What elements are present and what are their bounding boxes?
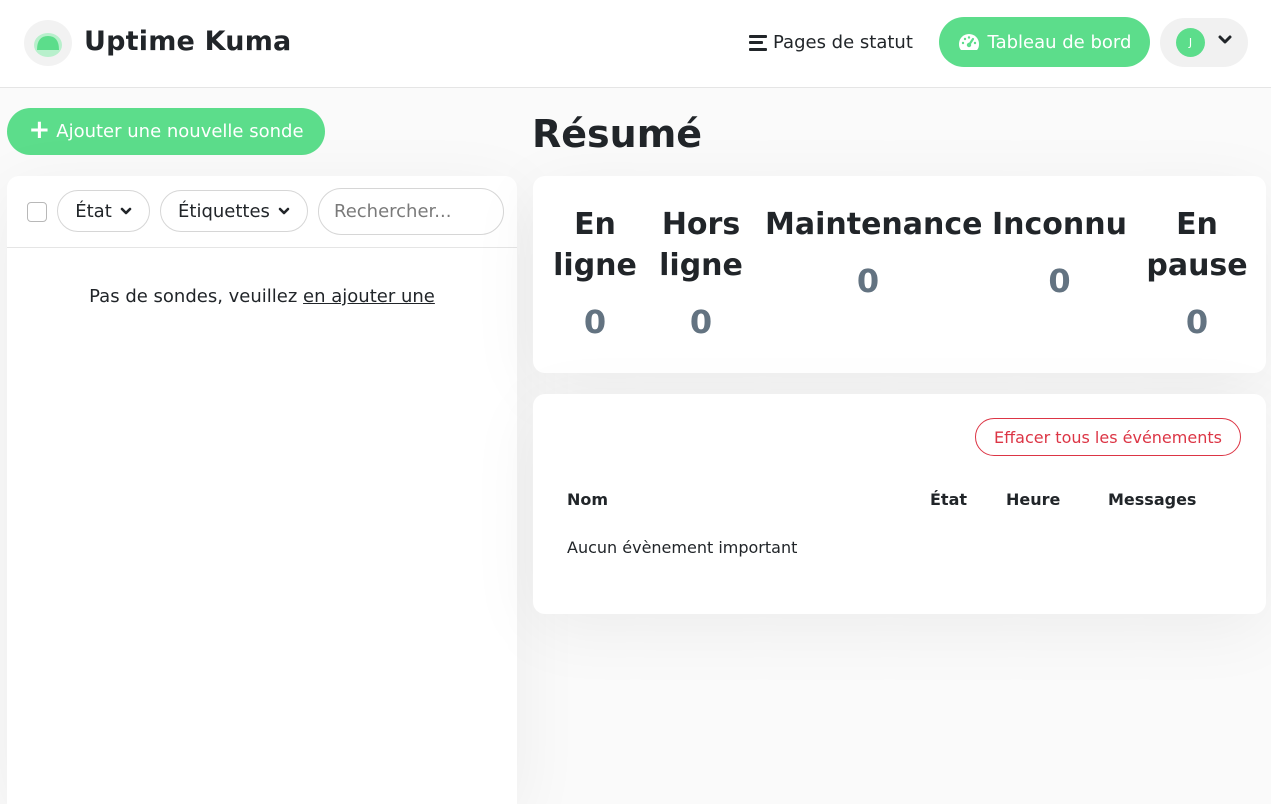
stat-value: 0 bbox=[1185, 303, 1209, 341]
stat-offline: Hors ligne 0 bbox=[653, 204, 749, 343]
stat-online: En ligne 0 bbox=[547, 204, 643, 343]
summary-stats-card: En ligne 0 Hors ligne 0 Maintenance 0 Inco… bbox=[533, 176, 1266, 373]
add-monitor-link[interactable]: en ajouter une bbox=[303, 286, 435, 307]
chevron-down-icon bbox=[278, 207, 290, 214]
stat-value: 0 bbox=[856, 262, 880, 300]
state-filter-label: État bbox=[75, 200, 112, 222]
stat-value: 0 bbox=[1048, 262, 1071, 300]
monitor-list-toolbar: État Étiquettes bbox=[7, 176, 517, 248]
app-title[interactable]: Uptime Kuma bbox=[84, 26, 291, 57]
search-input[interactable] bbox=[318, 188, 504, 235]
select-all-checkbox[interactable] bbox=[27, 202, 47, 222]
stat-label: Maintenance bbox=[765, 207, 983, 242]
list-icon bbox=[749, 34, 767, 51]
empty-monitor-message: Pas de sondes, veuillez en ajouter une bbox=[7, 286, 517, 307]
page-title: Résumé bbox=[532, 112, 703, 156]
stat-label: Hors ligne bbox=[659, 207, 743, 283]
tags-filter-label: Étiquettes bbox=[178, 200, 270, 222]
stat-value: 0 bbox=[689, 303, 713, 341]
tags-filter-dropdown[interactable]: Étiquettes bbox=[160, 190, 308, 232]
state-filter-dropdown[interactable]: État bbox=[57, 190, 150, 232]
column-header-time: Heure bbox=[1006, 490, 1061, 509]
chevron-down-icon bbox=[1218, 35, 1232, 44]
plus-icon: + bbox=[28, 115, 51, 145]
monitor-list-panel: État Étiquettes Pas de sondes, veuillez … bbox=[7, 176, 517, 804]
dashboard-label: Tableau de bord bbox=[987, 31, 1132, 53]
column-header-state: État bbox=[930, 490, 968, 509]
status-pages-label: Pages de statut bbox=[773, 32, 913, 53]
stat-unknown: Inconnu 0 bbox=[988, 204, 1131, 302]
column-header-name: Nom bbox=[567, 490, 609, 509]
top-navbar: Uptime Kuma Pages de statut Tableau de b… bbox=[0, 0, 1271, 88]
stat-paused: En pause 0 bbox=[1143, 204, 1251, 343]
avatar: J bbox=[1176, 28, 1205, 57]
profile-dropdown[interactable]: J bbox=[1160, 18, 1248, 67]
stat-label: En pause bbox=[1146, 207, 1248, 283]
tachometer-icon bbox=[958, 34, 979, 50]
stat-label: En ligne bbox=[553, 207, 637, 283]
empty-monitor-text: Pas de sondes, veuillez bbox=[89, 286, 304, 307]
add-monitor-label: Ajouter une nouvelle sonde bbox=[56, 121, 304, 142]
chevron-down-icon bbox=[120, 207, 132, 214]
stat-maintenance: Maintenance 0 bbox=[765, 204, 983, 302]
stat-label: Inconnu bbox=[992, 207, 1127, 242]
uptime-kuma-logo-icon[interactable] bbox=[24, 20, 72, 66]
stat-value: 0 bbox=[583, 303, 607, 341]
column-header-messages: Messages bbox=[1108, 490, 1197, 509]
important-events-card: Effacer tous les événements Nom État Heu… bbox=[533, 394, 1266, 614]
clear-events-button[interactable]: Effacer tous les événements bbox=[975, 418, 1241, 456]
dashboard-button[interactable]: Tableau de bord bbox=[939, 17, 1150, 67]
add-monitor-button[interactable]: + Ajouter une nouvelle sonde bbox=[7, 108, 325, 155]
status-pages-link[interactable]: Pages de statut bbox=[749, 32, 913, 53]
empty-events-message: Aucun évènement important bbox=[567, 538, 798, 557]
